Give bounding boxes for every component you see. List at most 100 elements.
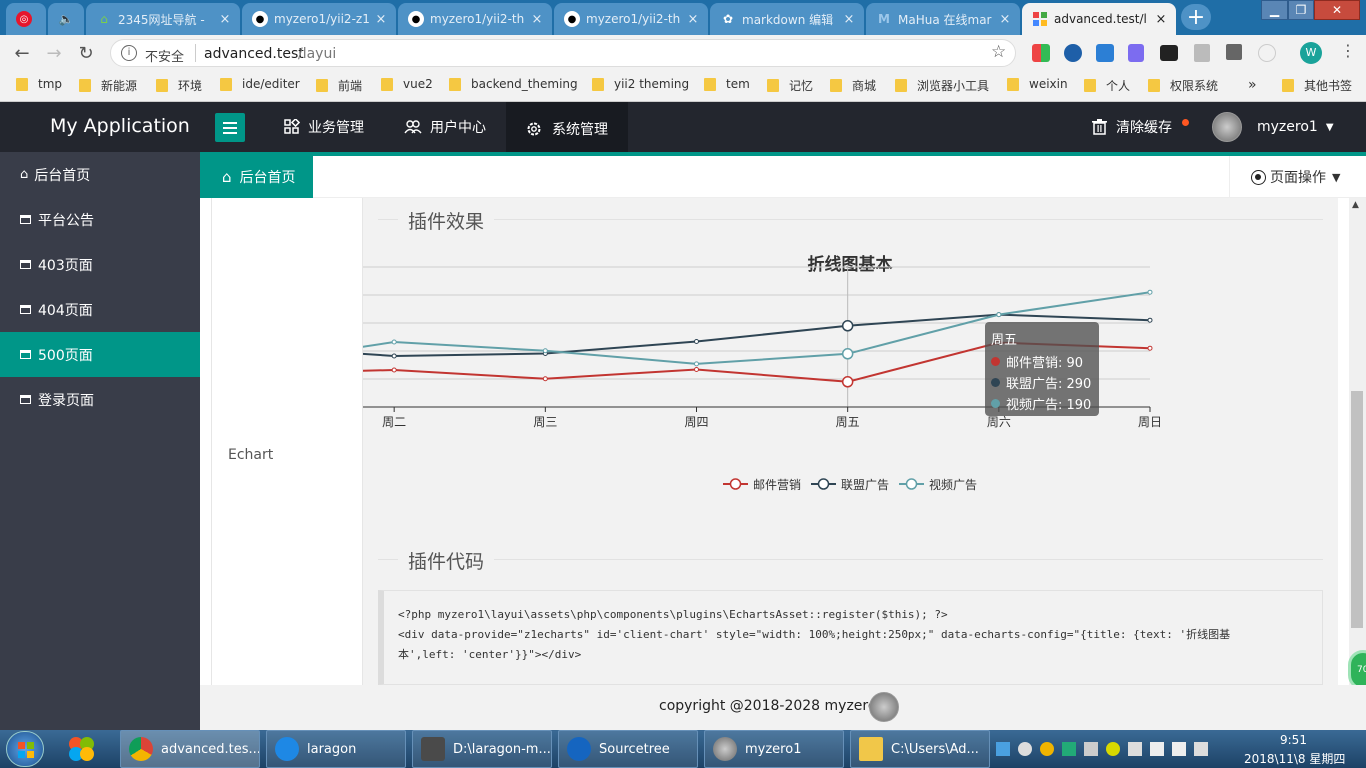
taskbar-item-sourcetree[interactable]: Sourcetree xyxy=(558,730,698,768)
close-icon[interactable]: × xyxy=(1152,12,1170,27)
extension-icon[interactable] xyxy=(1160,45,1178,61)
clear-cache-button[interactable]: 清除缓存 xyxy=(1092,102,1172,152)
pinned-app-icon[interactable] xyxy=(64,733,100,765)
bookmark-folder[interactable]: yii2 theming xyxy=(592,77,689,91)
extension-icon[interactable] xyxy=(1032,44,1050,62)
sidebar-item-403[interactable]: 403页面 xyxy=(0,242,200,287)
tray-icon[interactable] xyxy=(1062,742,1076,756)
menu-toggle-button[interactable] xyxy=(215,113,245,142)
bookmark-folder[interactable]: weixin xyxy=(1007,77,1068,91)
tray-icon[interactable] xyxy=(1150,742,1164,756)
nav-business[interactable]: 业务管理 xyxy=(284,102,364,152)
bookmark-folder[interactable]: 记忆 xyxy=(767,77,813,94)
caret-down-icon: ▼ xyxy=(1325,121,1334,133)
close-window-button[interactable]: ✕ xyxy=(1314,0,1360,20)
extension-icon[interactable] xyxy=(1096,44,1114,62)
sidebar-item-500[interactable]: 500页面 xyxy=(0,332,200,377)
bookmark-folder[interactable]: 商城 xyxy=(830,77,876,94)
bookmark-folder[interactable]: 环境 xyxy=(156,77,202,94)
tray-icon[interactable] xyxy=(1040,742,1054,756)
windows-logo-icon xyxy=(18,742,34,758)
close-icon[interactable]: × xyxy=(840,12,858,27)
volume-icon[interactable] xyxy=(1194,742,1208,756)
menu-kebab-icon[interactable]: ⋮ xyxy=(1340,41,1356,60)
tray-icon[interactable] xyxy=(1128,742,1142,756)
tab-title: 2345网址导航 - xyxy=(118,12,205,27)
page-operations-dropdown[interactable]: 页面操作 ▼ xyxy=(1229,156,1366,198)
sidebar-item-login[interactable]: 登录页面 xyxy=(0,377,200,422)
network-icon[interactable] xyxy=(1172,742,1186,756)
bookmark-folder[interactable]: tem xyxy=(704,77,750,91)
extension-icon[interactable] xyxy=(1258,44,1276,62)
bookmark-folder[interactable]: 新能源 xyxy=(79,77,137,94)
user-menu[interactable]: myzero1 ▼ xyxy=(1257,102,1334,152)
close-icon[interactable]: × xyxy=(372,12,390,27)
taskbar-item-laragon[interactable]: laragon xyxy=(266,730,406,768)
bookmark-folder[interactable]: tmp xyxy=(16,77,62,91)
new-tab-button[interactable]: + xyxy=(1181,4,1211,30)
nav-user-center[interactable]: 用户中心 xyxy=(404,102,486,152)
floating-widget-icon[interactable]: 70 xyxy=(1348,650,1366,690)
forward-icon[interactable]: → xyxy=(42,41,66,65)
browser-tab[interactable]: 🔈 xyxy=(48,3,84,35)
browser-tab[interactable]: ✿ markdown 编辑 × xyxy=(710,3,864,35)
other-bookmarks-folder[interactable]: 其他书签 xyxy=(1282,77,1352,94)
extension-icon[interactable] xyxy=(1128,44,1144,62)
profile-avatar-icon[interactable]: W xyxy=(1300,42,1322,64)
clock-date[interactable]: 2018\11\8 星期四 xyxy=(1244,750,1345,767)
x-tick-label: 周日 xyxy=(1138,415,1162,429)
taskbar-item-myzero1[interactable]: myzero1 xyxy=(704,730,844,768)
browser-tab[interactable]: ● myzero1/yii2-th × xyxy=(398,3,552,35)
sidebar-item-announcement[interactable]: 平台公告 xyxy=(0,197,200,242)
back-icon[interactable]: ← xyxy=(10,41,34,65)
info-icon[interactable]: i xyxy=(121,45,137,61)
scrollbar[interactable]: ▲ xyxy=(1349,198,1366,685)
bookmark-folder[interactable]: 浏览器小工具 xyxy=(895,77,989,94)
footer: copyright @2018-2028 myzero1 xyxy=(200,685,1366,730)
bookmark-star-icon[interactable]: ☆ xyxy=(991,42,1006,62)
scrollbar-thumb[interactable] xyxy=(1351,391,1363,628)
extension-icon[interactable] xyxy=(1064,44,1082,62)
reload-icon[interactable]: ↻ xyxy=(74,41,98,65)
bookmark-folder[interactable]: ide/editer xyxy=(220,77,300,91)
clock-time[interactable]: 9:51 xyxy=(1280,733,1307,747)
bookmark-folder[interactable]: 个人 xyxy=(1084,77,1130,94)
sidebar-item-404[interactable]: 404页面 xyxy=(0,287,200,332)
legend-dot xyxy=(991,399,1000,408)
caret-down-icon: ▼ xyxy=(1332,170,1341,184)
extension-icon[interactable] xyxy=(1194,44,1210,62)
browser-tab-active[interactable]: advanced.test/l × xyxy=(1022,3,1176,35)
close-icon[interactable]: × xyxy=(684,12,702,27)
tab-home[interactable]: ⌂ 后台首页 xyxy=(200,156,313,198)
maximize-button[interactable]: ❐ xyxy=(1288,0,1314,20)
bookmark-folder[interactable]: backend_theming xyxy=(449,77,578,91)
bluetooth-icon[interactable] xyxy=(1084,742,1098,756)
browser-tab[interactable]: ◎ xyxy=(6,3,46,35)
taskbar-item-explorer[interactable]: C:\Users\Ad... xyxy=(850,730,990,768)
close-icon[interactable]: × xyxy=(996,12,1014,27)
tray-icon[interactable] xyxy=(996,742,1010,756)
browser-tab[interactable]: ⌂ 2345网址导航 - × xyxy=(86,3,240,35)
taskbar-item-chrome[interactable]: advanced.tes... xyxy=(120,730,260,768)
more-bookmarks-button[interactable]: » xyxy=(1248,77,1257,93)
nav-system[interactable]: 系统管理 xyxy=(506,102,628,156)
browser-tab[interactable]: ● myzero1/yii2-th × xyxy=(554,3,708,35)
start-button[interactable] xyxy=(6,731,44,767)
extension-icon[interactable] xyxy=(1226,44,1242,60)
bell-icon[interactable] xyxy=(1018,742,1032,756)
taskbar-item-sublime[interactable]: D:\laragon-m... xyxy=(412,730,552,768)
browser-tab[interactable]: ● myzero1/yii2-z1 × xyxy=(242,3,396,35)
address-bar[interactable]: i 不安全 advanced.test /layui ☆ xyxy=(110,39,1016,67)
avatar[interactable] xyxy=(1212,112,1242,142)
bookmark-folder[interactable]: 前端 xyxy=(316,77,362,94)
close-icon[interactable]: × xyxy=(528,12,546,27)
folder-icon xyxy=(156,79,168,92)
browser-tab[interactable]: M MaHua 在线mar × xyxy=(866,3,1020,35)
tray-icon[interactable] xyxy=(1106,742,1120,756)
sidebar-item-home[interactable]: ⌂ 后台首页 xyxy=(0,152,200,197)
minimize-button[interactable]: ▁ xyxy=(1261,0,1288,20)
bookmark-folder[interactable]: vue2 xyxy=(381,77,433,91)
close-icon[interactable]: × xyxy=(216,12,234,27)
scroll-up-icon[interactable]: ▲ xyxy=(1352,200,1359,210)
bookmark-folder[interactable]: 权限系统 xyxy=(1148,77,1218,94)
